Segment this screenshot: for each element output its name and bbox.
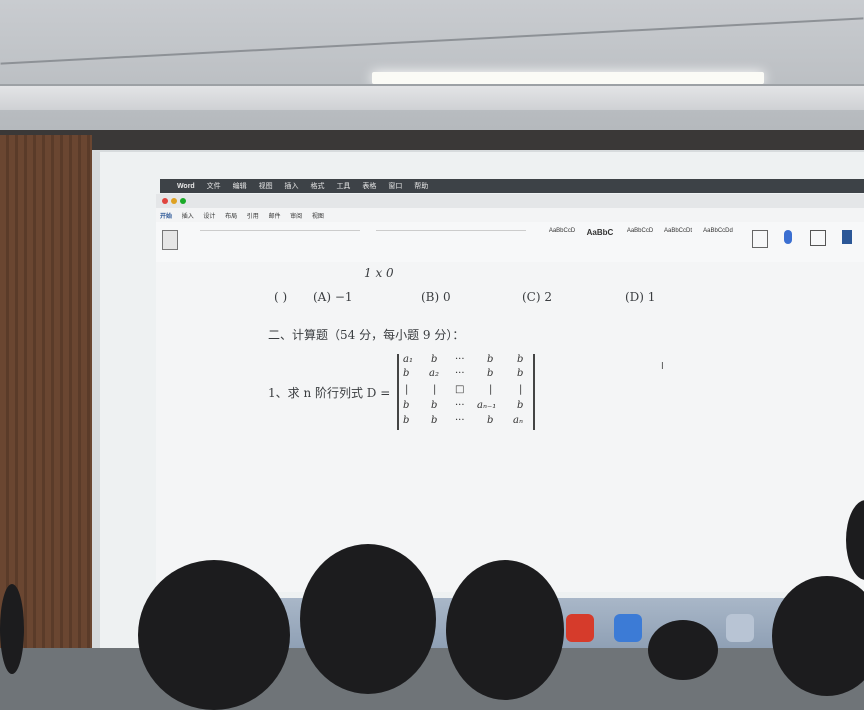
- matrix-cell: a₂: [429, 368, 439, 379]
- matrix-cell: b: [487, 415, 494, 426]
- matrix-cell: aₙ₋₁: [477, 400, 497, 411]
- matrix-cell: a₁: [403, 354, 413, 365]
- menu-item-insert[interactable]: 插入: [285, 181, 299, 191]
- previous-matrix-row: 1 x 0: [364, 266, 394, 280]
- determinant-matrix: a₁ b ··· b b b a₂ ··· b b | | □ | | b b …: [397, 354, 535, 430]
- matrix-cell: |: [519, 384, 523, 395]
- mac-menu-bar: Word 文件 编辑 视图 插入 格式 工具 表格 窗口 帮助: [160, 179, 864, 193]
- matrix-cell: b: [431, 415, 438, 426]
- designer-icon[interactable]: [842, 230, 852, 244]
- style-normal[interactable]: AaBbCcD: [544, 228, 580, 250]
- option-d: (D) 1: [625, 290, 656, 304]
- dock-app-icon[interactable]: [614, 614, 642, 642]
- audience-head: [138, 560, 290, 710]
- tab-insert[interactable]: 插入: [182, 211, 194, 220]
- close-window-icon[interactable]: [162, 198, 168, 204]
- menu-item-file[interactable]: 文件: [207, 181, 221, 191]
- window-title-bar: [156, 194, 864, 208]
- audience-head: [648, 620, 718, 680]
- matrix-cell: b: [487, 368, 494, 379]
- wood-panel-wall: [0, 135, 92, 648]
- option-a: (A) −1: [313, 290, 353, 304]
- audience-head: [446, 560, 564, 700]
- audience-head: [300, 544, 436, 694]
- tab-review[interactable]: 审阅: [290, 211, 302, 220]
- style-title[interactable]: AaBbCcDt: [660, 228, 696, 250]
- style-subtitle[interactable]: AaBbCcDd: [700, 228, 736, 250]
- tab-layout[interactable]: 布局: [225, 211, 237, 220]
- matrix-cell: |: [489, 384, 493, 395]
- matrix-cell: b: [403, 400, 410, 411]
- ceiling-light: [372, 72, 764, 84]
- section-heading: 二、计算题（54 分，每小题 9 分）：: [268, 328, 465, 342]
- matrix-cell: ···: [455, 354, 465, 365]
- menu-item-tools[interactable]: 工具: [336, 181, 350, 191]
- menu-item-edit[interactable]: 编辑: [233, 181, 247, 191]
- menu-item-window[interactable]: 窗口: [388, 181, 402, 191]
- option-blank: ( ): [274, 290, 288, 304]
- option-c: (C) 2: [522, 290, 552, 304]
- matrix-cell: ···: [455, 400, 465, 411]
- matrix-cell: b: [431, 354, 438, 365]
- dictate-icon[interactable]: [784, 230, 792, 244]
- audience-head: [0, 584, 24, 674]
- matrix-cell: b: [403, 415, 410, 426]
- menu-item-table[interactable]: 表格: [362, 181, 376, 191]
- styles-pane-icon[interactable]: [752, 230, 768, 248]
- ribbon-toolbar: AaBbCcD AaBbC AaBbCcD AaBbCcDt AaBbCcDd: [156, 222, 864, 263]
- matrix-cell: b: [517, 368, 524, 379]
- dock-app-icon[interactable]: [566, 614, 594, 642]
- paste-icon[interactable]: [162, 230, 178, 250]
- matrix-cell: |: [405, 384, 409, 395]
- text-cursor-icon: I: [661, 361, 664, 372]
- style-heading2[interactable]: AaBbCcD: [622, 228, 658, 250]
- menu-item-format[interactable]: 格式: [310, 181, 324, 191]
- matrix-cell: b: [431, 400, 438, 411]
- tab-mailings[interactable]: 邮件: [268, 211, 280, 220]
- matrix-cell: aₙ: [513, 415, 524, 426]
- tab-view[interactable]: 视图: [312, 211, 324, 220]
- option-b: (B) 0: [421, 290, 451, 304]
- paragraph-controls: [376, 230, 526, 255]
- minimize-window-icon[interactable]: [171, 198, 177, 204]
- menu-item-view[interactable]: 视图: [259, 181, 273, 191]
- menu-app-name[interactable]: Word: [177, 183, 195, 190]
- ribbon-tab-bar: 开始 插入 设计 布局 引用 邮件 审阅 视图: [156, 208, 864, 222]
- table-icon[interactable]: [810, 230, 826, 246]
- tab-references[interactable]: 引用: [247, 211, 259, 220]
- zoom-window-icon[interactable]: [180, 198, 186, 204]
- style-heading1[interactable]: AaBbC: [582, 228, 618, 250]
- question-text: 1、求 n 阶行列式 D =: [268, 386, 391, 400]
- matrix-cell: □: [455, 384, 465, 395]
- font-controls: [200, 230, 360, 255]
- tab-home[interactable]: 开始: [160, 211, 172, 220]
- matrix-cell: b: [487, 354, 494, 365]
- menu-item-help[interactable]: 帮助: [414, 181, 428, 191]
- matrix-cell: b: [517, 400, 524, 411]
- ceiling-beam: [0, 84, 864, 110]
- matrix-cell: b: [517, 354, 524, 365]
- matrix-cell: ···: [455, 368, 465, 379]
- matrix-cell: ···: [455, 415, 465, 426]
- ceiling: [0, 0, 864, 135]
- tab-design[interactable]: 设计: [203, 211, 215, 220]
- dock-app-icon[interactable]: [726, 614, 754, 642]
- matrix-cell: b: [403, 368, 410, 379]
- matrix-cell: |: [433, 384, 437, 395]
